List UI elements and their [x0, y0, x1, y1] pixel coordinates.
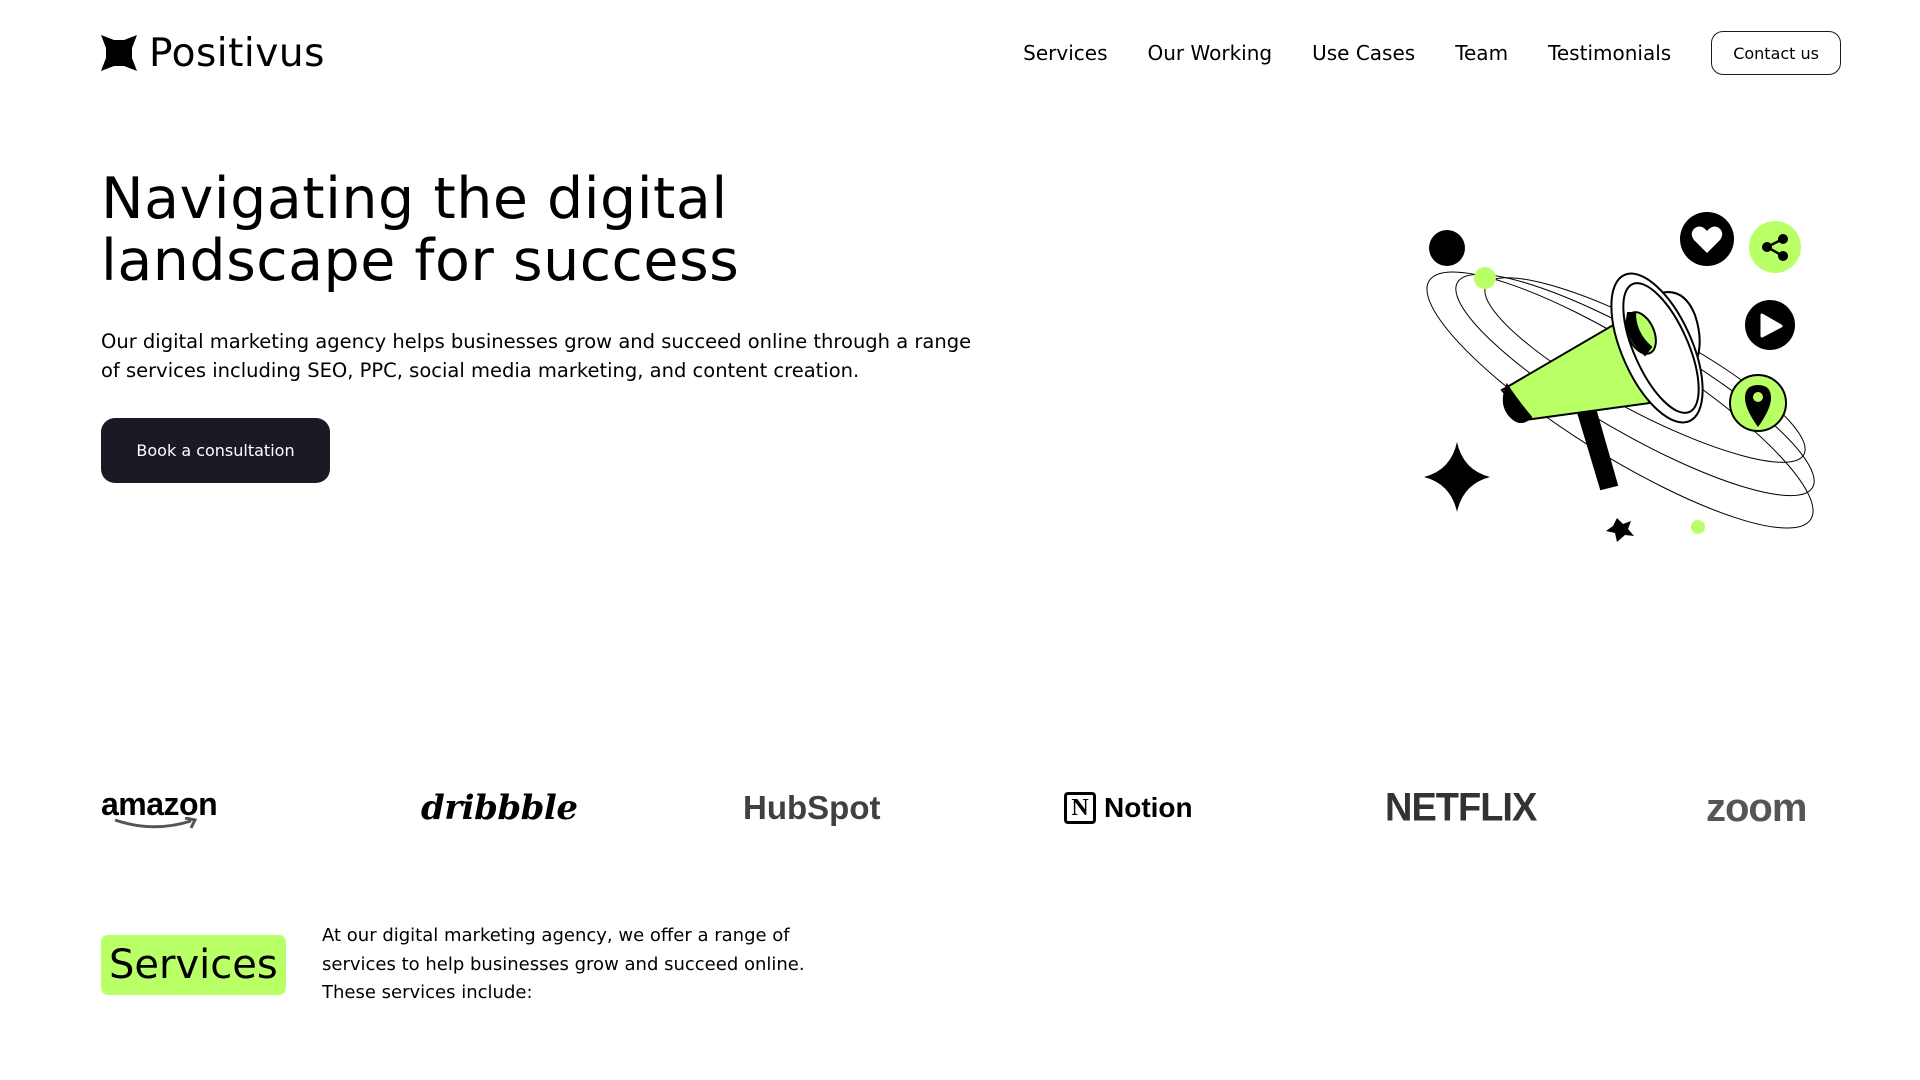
- green-dot: [1474, 267, 1496, 289]
- location-pin-icon: [1729, 374, 1787, 432]
- services-description: At our digital marketing agency, we offe…: [322, 925, 805, 1003]
- share-icon: [1749, 221, 1801, 273]
- site-header: Positivus Services Our Working Use Cases…: [101, 20, 1841, 86]
- green-dot-small: [1691, 520, 1705, 534]
- nav-team[interactable]: Team: [1455, 43, 1508, 63]
- logo[interactable]: Positivus: [101, 34, 325, 73]
- dribbble-logo: dribbble: [421, 788, 578, 828]
- services-heading: Services: [101, 935, 286, 995]
- main-nav: Services Our Working Use Cases Team Test…: [1023, 31, 1841, 75]
- client-logos: amazon dribbble HubSpot N Notion NETFLIX…: [101, 778, 1841, 838]
- nav-services[interactable]: Services: [1023, 43, 1107, 63]
- zoom-logo: zoom: [1706, 785, 1807, 830]
- notion-mark-icon: N: [1064, 792, 1096, 824]
- netflix-logo: NETFLIX: [1385, 785, 1537, 830]
- hero-title: Navigating the digital landscape for suc…: [101, 168, 921, 292]
- heart-icon: [1680, 212, 1734, 266]
- hero-title-line-2: landscape for success: [101, 228, 740, 294]
- notion-wordmark: Notion: [1104, 792, 1193, 823]
- notion-logo: N Notion: [1064, 778, 1193, 838]
- hubspot-logo: HubSpot: [743, 789, 881, 826]
- nav-use-cases[interactable]: Use Cases: [1312, 43, 1415, 63]
- star-icon: [1606, 518, 1634, 542]
- book-consultation-button[interactable]: Book a consultation: [101, 418, 330, 483]
- positivus-logo-icon: [101, 35, 137, 71]
- black-dot: [1429, 230, 1465, 266]
- hero-description: Our digital marketing agency helps busin…: [101, 330, 972, 382]
- megaphone-illustration: [1424, 212, 1815, 542]
- sparkle-icon: [1424, 442, 1490, 512]
- nav-testimonials[interactable]: Testimonials: [1548, 43, 1671, 63]
- logo-text: Positivus: [149, 30, 325, 76]
- megaphone-icon: [1500, 272, 1704, 491]
- play-icon: [1745, 300, 1795, 350]
- hero-title-line-1: Navigating the digital: [101, 166, 728, 232]
- amazon-logo: amazon: [101, 778, 218, 838]
- nav-our-working[interactable]: Our Working: [1148, 43, 1273, 63]
- amazon-smile-icon: [114, 816, 198, 829]
- contact-us-button[interactable]: Contact us: [1711, 31, 1841, 75]
